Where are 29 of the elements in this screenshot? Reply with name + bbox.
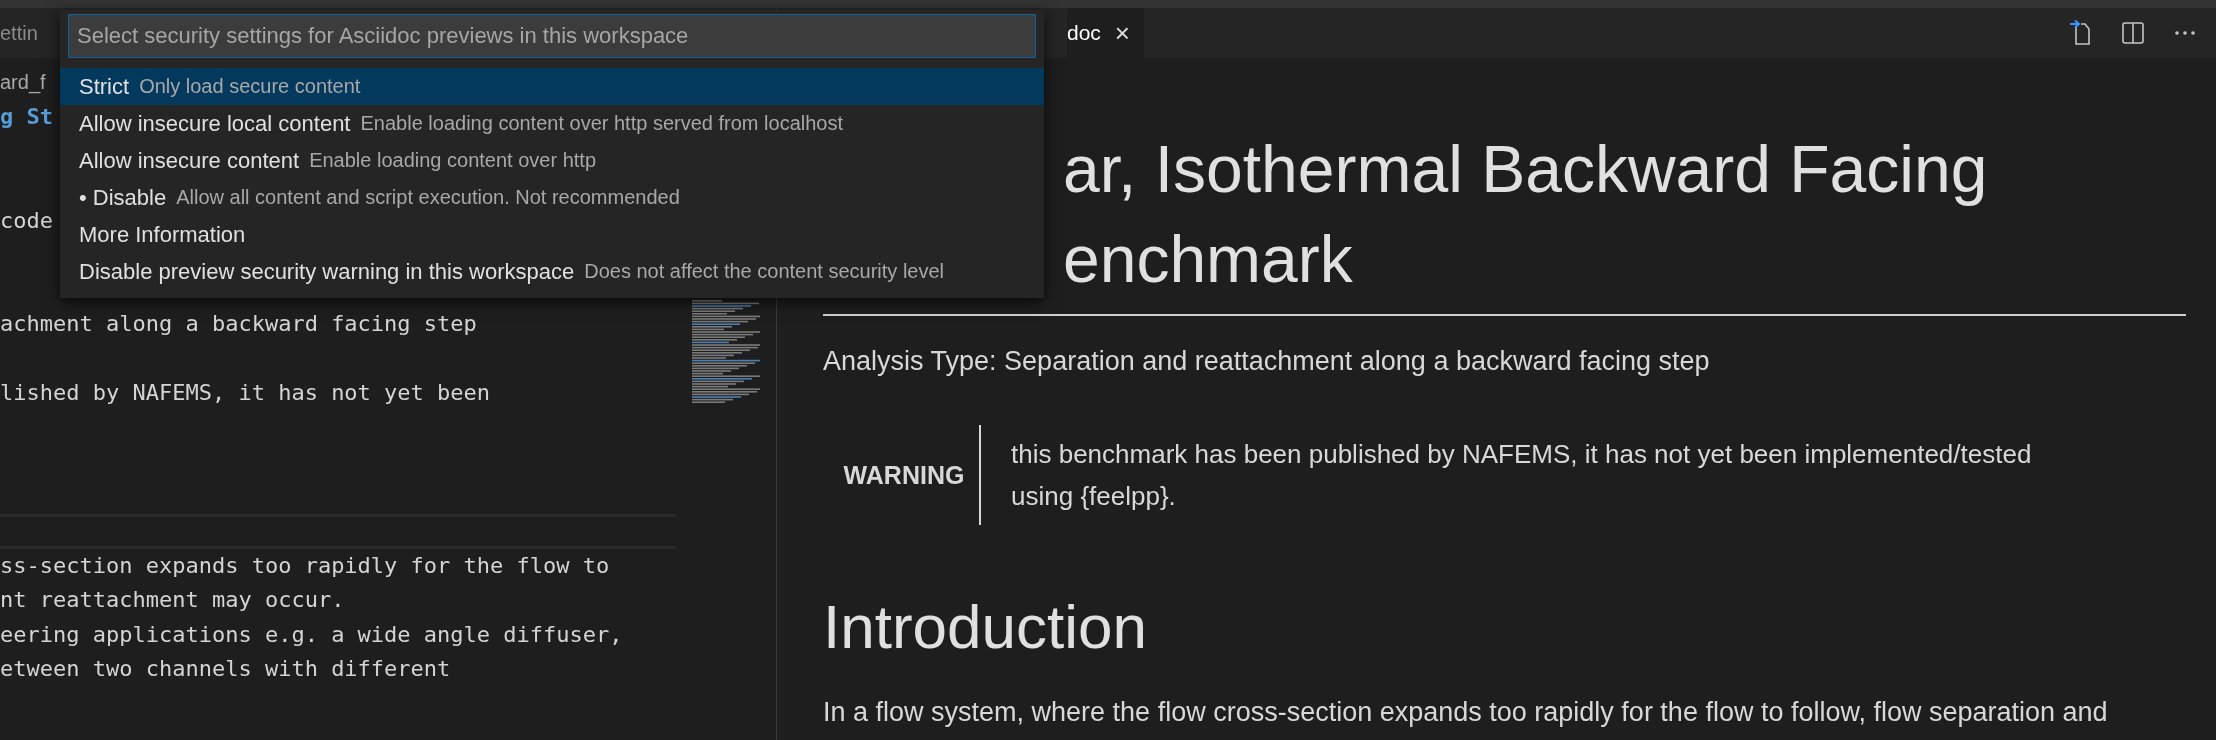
paragraph: In a flow system, where the flow cross-section expands too rapidly for the flow to follow, flow separation and bbox=[823, 697, 2109, 728]
warning-label: WARNING bbox=[842, 460, 966, 490]
code-line: code bbox=[0, 207, 53, 233]
preview-tab[interactable]: doc × bbox=[1067, 8, 1145, 58]
split-editor-icon[interactable] bbox=[2122, 22, 2144, 44]
code-line: achment along a backward facing step bbox=[0, 311, 477, 336]
open-file-icon[interactable] bbox=[2068, 20, 2092, 46]
breadcrumb[interactable]: ard_f bbox=[0, 71, 46, 93]
analysis-type-text: Analysis Type: Separation and reattachment along a backward facing step bbox=[823, 346, 1711, 377]
quick-pick-item[interactable]: More Information bbox=[60, 216, 1044, 253]
quick-pick-item[interactable]: Allow insecure local content Enable loading content over http served from localhost bbox=[60, 105, 1044, 142]
code-line: lished by NAFEMS, it has not yet been bbox=[0, 380, 491, 405]
quick-pick-item[interactable]: Allow insecure content Enable loading content over http bbox=[60, 142, 1044, 179]
document-title: enchmark bbox=[1063, 221, 1354, 298]
quick-pick-item[interactable]: Disable preview security warning in this workspace Does not affect the content security level bbox=[60, 253, 1044, 290]
code-line: etween two channels with different bbox=[0, 656, 451, 681]
code-line: nt reattachment may occur. bbox=[0, 587, 345, 612]
code-line: eering applications e.g. a wide angle diffuser, bbox=[0, 621, 623, 647]
editor-tab[interactable]: ettin bbox=[0, 21, 38, 45]
warning-text: this benchmark has been published by NAFEMS, it has not yet been implemented/tested using {feelpp}. bbox=[979, 425, 2071, 525]
search-field[interactable]: Select security settings for Asciidoc previews in this workspace bbox=[68, 14, 1036, 58]
quick-pick-item[interactable]: Strict Only load secure content bbox=[60, 68, 1044, 105]
document-title: ar, Isothermal Backward Facing bbox=[1063, 131, 1989, 208]
code-line: ss-section expands too rapidly for the flow to bbox=[0, 552, 610, 578]
quick-pick-item[interactable]: • Disable Allow all content and script execution. Not recommended bbox=[60, 179, 1044, 216]
close-icon[interactable]: × bbox=[1114, 17, 1131, 49]
code-heading: g St bbox=[0, 104, 53, 129]
section-title: Introduction bbox=[823, 591, 1148, 663]
more-icon[interactable] bbox=[2174, 30, 2196, 36]
